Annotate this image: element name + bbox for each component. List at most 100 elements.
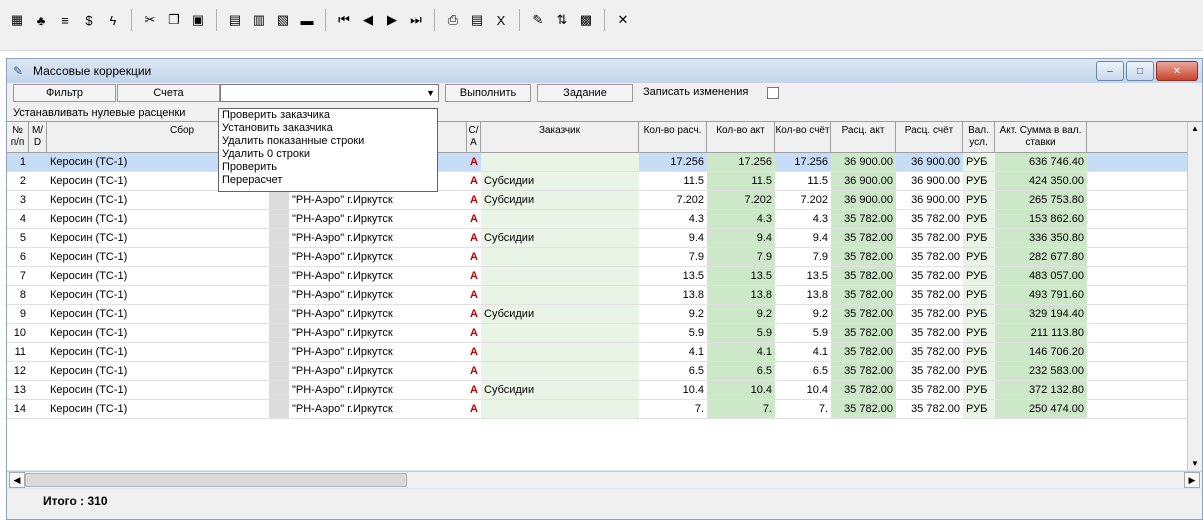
cell-rate-act[interactable]: 36 900.00 [831,191,896,209]
cell-org-swatch[interactable] [269,286,289,304]
cell-rate-acc[interactable]: 35 782.00 [896,324,963,342]
cell-org-swatch[interactable] [269,229,289,247]
cell-qty-calc[interactable]: 7.202 [639,191,707,209]
cell-sbor[interactable]: Керосин (ТС-1) [47,267,267,285]
cell-ca[interactable]: A [467,343,481,361]
calculator-icon[interactable]: ▩ [575,9,597,31]
cell-md[interactable] [29,267,47,285]
cell-currency[interactable]: РУБ [963,324,995,342]
cell-currency[interactable]: РУБ [963,381,995,399]
col-qty-acc-header[interactable]: Кол-во счёт [775,122,831,152]
cell-currency[interactable]: РУБ [963,400,995,418]
cell-org-swatch[interactable] [269,305,289,323]
cell-sum[interactable]: 265 753.80 [995,191,1087,209]
cell-qty-act[interactable]: 7. [707,400,775,418]
cell-org-swatch[interactable] [269,381,289,399]
cell-customer[interactable]: Субсидии [481,305,639,323]
cell-md[interactable] [29,305,47,323]
maximize-button[interactable]: □ [1126,61,1154,81]
cell-qty-acc[interactable]: 4.1 [775,343,831,361]
cell-org-swatch[interactable] [269,267,289,285]
cell-md[interactable] [29,400,47,418]
cell-customer[interactable]: Субсидии [481,172,639,190]
cell-qty-act[interactable]: 7.9 [707,248,775,266]
cell-qty-calc[interactable]: 9.2 [639,305,707,323]
close-button[interactable]: ✕ [1156,61,1198,81]
cell-sum[interactable]: 250 474.00 [995,400,1087,418]
cell-rate-acc[interactable]: 35 782.00 [896,400,963,418]
cell-qty-acc[interactable]: 7.202 [775,191,831,209]
col-num-header[interactable]: № п/п [7,122,29,152]
cell-md[interactable] [29,381,47,399]
cell-qty-act[interactable]: 7.202 [707,191,775,209]
cell-rate-act[interactable]: 35 782.00 [831,381,896,399]
cell-ca[interactable]: A [467,305,481,323]
cell-qty-act[interactable]: 13.5 [707,267,775,285]
cell-sum[interactable]: 146 706.20 [995,343,1087,361]
table-row[interactable]: 4 Керосин (ТС-1) "РН-Аэро" г.Иркутск A 4.3 4.… [7,210,1187,229]
table-row[interactable]: 12 Керосин (ТС-1) "РН-Аэро" г.Иркутск A 6.5 6… [7,362,1187,381]
cell-qty-acc[interactable]: 4.3 [775,210,831,228]
cell-md[interactable] [29,362,47,380]
filter-button[interactable]: Фильтр [13,84,116,102]
print-icon[interactable]: ⎙ [442,9,464,31]
cell-rate-acc[interactable]: 36 900.00 [896,191,963,209]
cell-md[interactable] [29,210,47,228]
tree-icon[interactable]: ♣ [30,9,52,31]
cell-md[interactable] [29,286,47,304]
col-md-header[interactable]: M/ D [29,122,47,152]
cell-rate-act[interactable]: 35 782.00 [831,343,896,361]
cell-ca[interactable]: A [467,400,481,418]
cell-num[interactable]: 11 [7,343,29,361]
col-ca-header[interactable]: C/ A [467,122,481,152]
cell-ca[interactable]: A [467,172,481,190]
accounts-button[interactable]: Счета [117,84,220,102]
cell-currency[interactable]: РУБ [963,191,995,209]
cell-ca[interactable]: A [467,381,481,399]
cell-qty-calc[interactable]: 5.9 [639,324,707,342]
cell-sbor[interactable]: Керосин (ТС-1) [47,400,267,418]
cell-num[interactable]: 12 [7,362,29,380]
excel-icon[interactable]: X [490,9,512,31]
cell-sum[interactable]: 232 583.00 [995,362,1087,380]
table-row[interactable]: 5 Керосин (ТС-1) "РН-Аэро" г.Иркутск A Субси… [7,229,1187,248]
cell-md[interactable] [29,153,47,171]
cell-ca[interactable]: A [467,324,481,342]
report-icon[interactable]: ▤ [466,9,488,31]
table-row[interactable]: 1 Керосин (ТС-1) A 17.256 17.256 17.256 36 900… [7,153,1187,172]
cell-sbor[interactable]: Керосин (ТС-1) [47,191,267,209]
cell-qty-calc[interactable]: 13.5 [639,267,707,285]
cell-qty-acc[interactable]: 7. [775,400,831,418]
dropdown-option[interactable]: Установить заказчика [219,122,437,135]
cell-rate-acc[interactable]: 35 782.00 [896,381,963,399]
grid-view-icon[interactable]: ▦ [6,9,28,31]
cell-org[interactable]: "РН-Аэро" г.Иркутск [289,400,467,418]
cell-rate-acc[interactable]: 35 782.00 [896,229,963,247]
cell-ca[interactable]: A [467,267,481,285]
cell-num[interactable]: 2 [7,172,29,190]
cell-sum[interactable]: 336 350.80 [995,229,1087,247]
cell-currency[interactable]: РУБ [963,286,995,304]
table-row[interactable]: 6 Керосин (ТС-1) "РН-Аэро" г.Иркутск A 7.9 7.… [7,248,1187,267]
scroll-left-icon[interactable]: ◀ [9,472,25,488]
cell-qty-acc[interactable]: 13.5 [775,267,831,285]
cell-org-swatch[interactable] [269,191,289,209]
cell-rate-act[interactable]: 35 782.00 [831,324,896,342]
cell-currency[interactable]: РУБ [963,229,995,247]
table-row[interactable]: 11 Керосин (ТС-1) "РН-Аэро" г.Иркутск A 4.1 4… [7,343,1187,362]
cell-customer[interactable] [481,400,639,418]
cell-qty-calc[interactable]: 4.1 [639,343,707,361]
cell-num[interactable]: 1 [7,153,29,171]
scroll-down-icon[interactable]: ▼ [1191,459,1199,468]
dropdown-option[interactable]: Проверить заказчика [219,109,437,122]
cell-currency[interactable]: РУБ [963,248,995,266]
table-row[interactable]: 3 Керосин (ТС-1) "РН-Аэро" г.Иркутск A Субси… [7,191,1187,210]
col-currency-header[interactable]: Вал. усл. [963,122,995,152]
action-combo[interactable]: ▼ [220,84,439,102]
zero-rates-label[interactable]: Устанавливать нулевые расценки [13,107,185,119]
cell-sum[interactable]: 493 791.60 [995,286,1087,304]
cell-qty-act[interactable]: 4.1 [707,343,775,361]
cell-sum[interactable]: 329 194.40 [995,305,1087,323]
cell-sbor[interactable]: Керосин (ТС-1) [47,324,267,342]
sort-icon[interactable]: ⇅ [551,9,573,31]
